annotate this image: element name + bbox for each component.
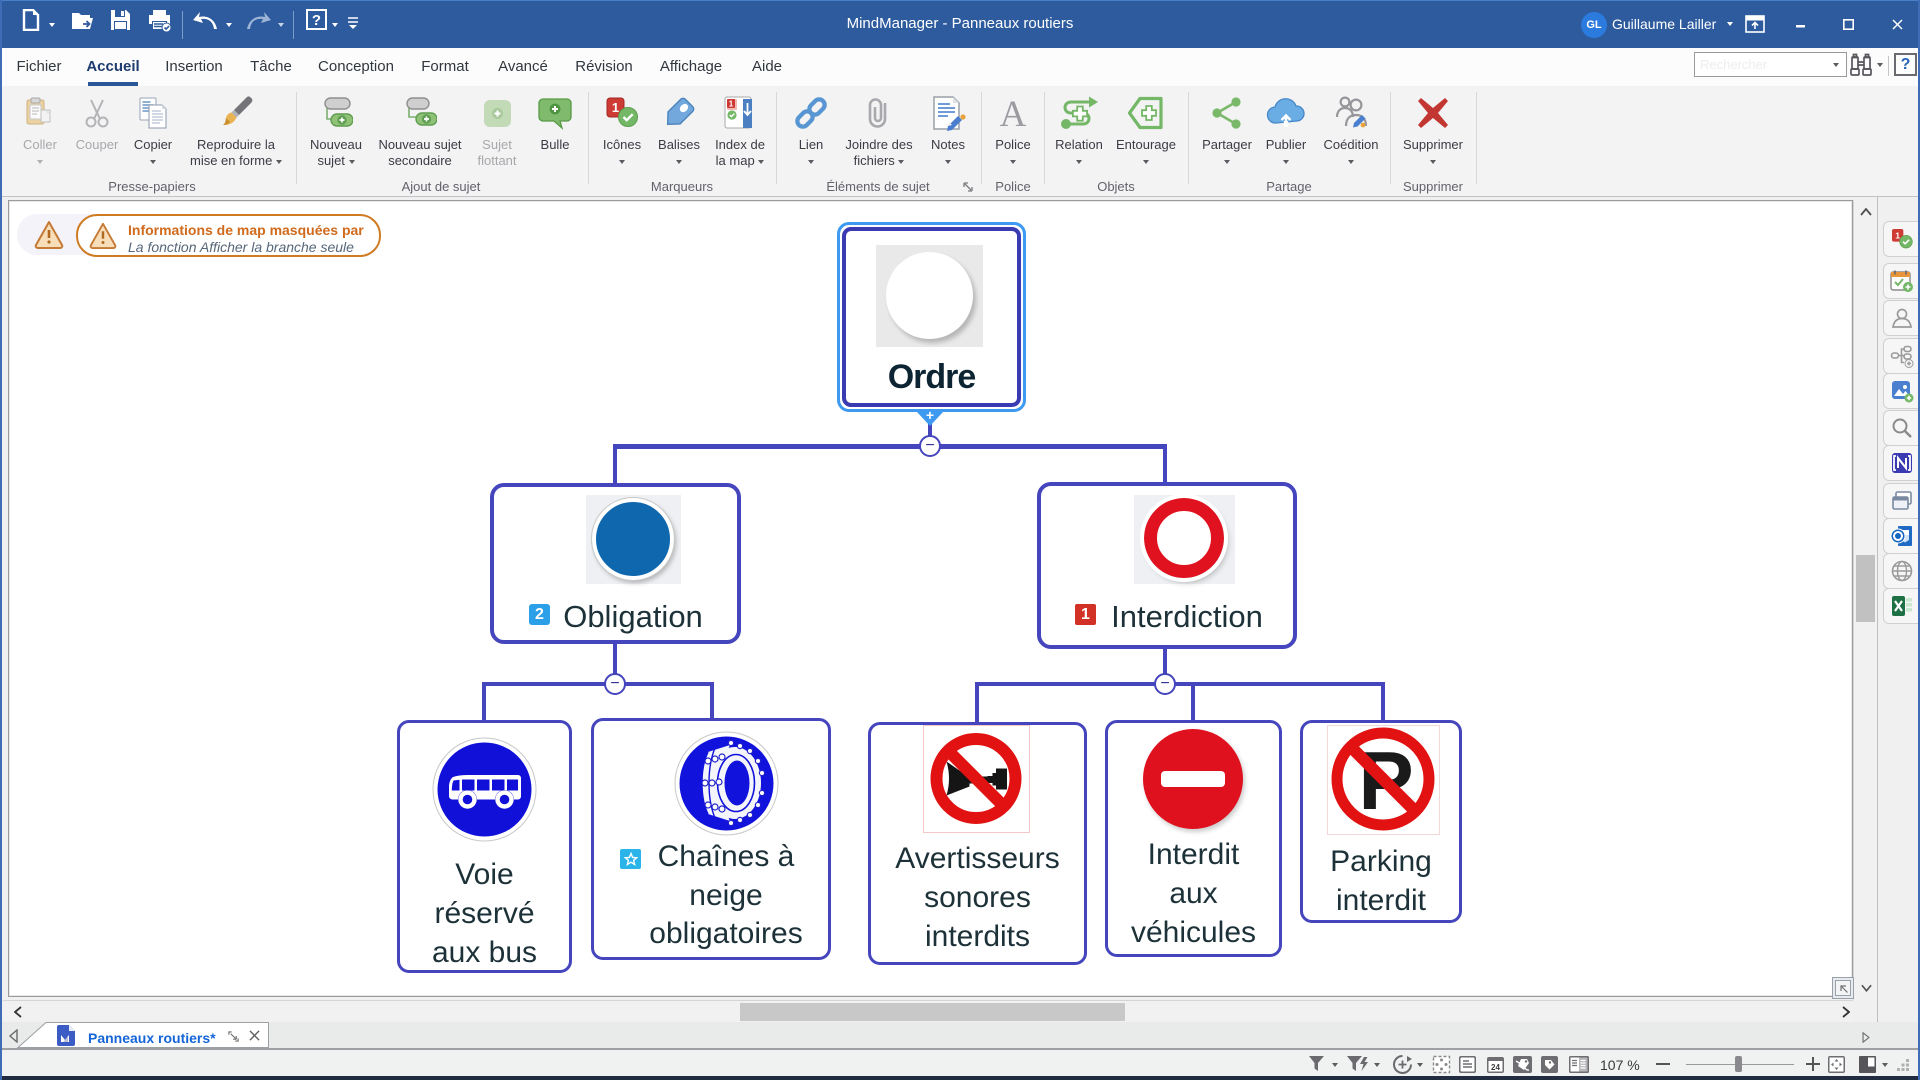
svg-text:1: 1 xyxy=(1895,230,1900,240)
svg-text:24: 24 xyxy=(1491,1063,1500,1072)
